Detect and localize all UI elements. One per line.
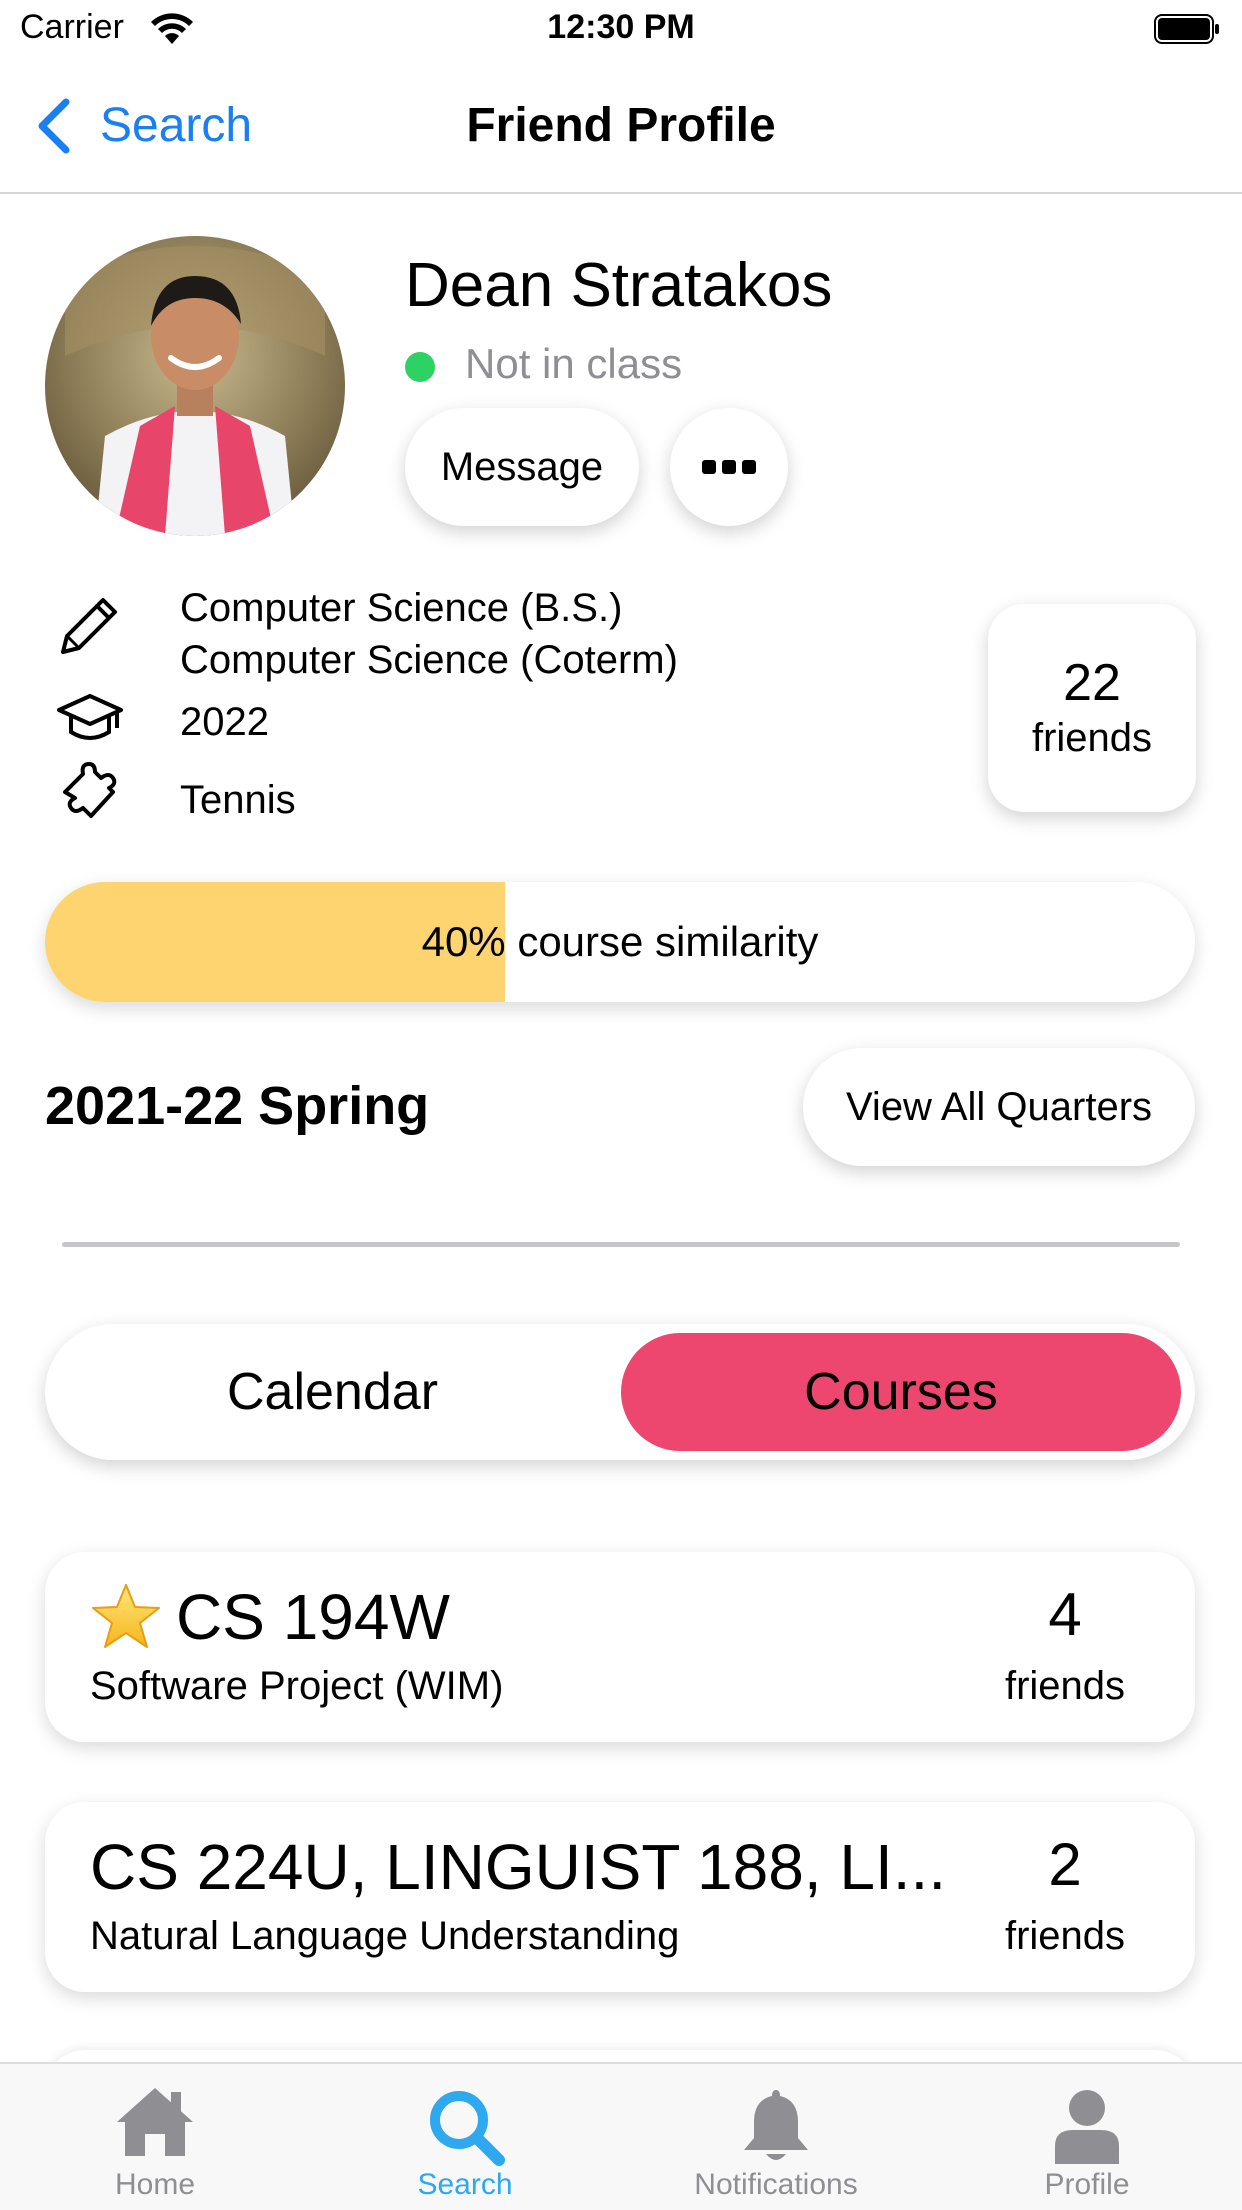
graduation-year: 2022 [180, 700, 269, 744]
activity: Tennis [180, 778, 296, 822]
puzzle-piece-icon [63, 762, 117, 818]
course-friends-count: 2 [1048, 1831, 1082, 1898]
quarter-title: 2021-22 Spring [45, 1076, 430, 1136]
graduation-cap-icon [57, 694, 123, 740]
tab-courses[interactable]: Courses [621, 1333, 1181, 1451]
course-card[interactable]: CS 194W Software Project (WIM) 4 friends [45, 1552, 1195, 1742]
course-code: CS 194W [176, 1581, 450, 1653]
more-options-button[interactable] [670, 408, 788, 526]
clock: 12:30 PM [547, 8, 695, 46]
course-friends-label: friends [1004, 1664, 1126, 1708]
major-2: Computer Science (Coterm) [180, 638, 678, 682]
course-code-row: CS 194W [90, 1580, 450, 1654]
profile-name: Dean Stratakos [405, 251, 833, 320]
status-bar: Carrier 12:30 PM [0, 0, 1242, 60]
avatar [45, 236, 345, 536]
search-icon [430, 2091, 505, 2166]
home-icon [117, 2088, 193, 2156]
person-icon [1055, 2090, 1119, 2164]
divider [62, 1242, 1180, 1247]
tab-profile[interactable]: Profile [932, 2064, 1242, 2210]
course-similarity-bar: 40% course similarity [45, 882, 1195, 1002]
view-all-quarters-button[interactable]: View All Quarters [803, 1048, 1195, 1166]
course-card[interactable]: CS 224U, LINGUIST 188, LI... Natural Lan… [45, 1802, 1195, 1992]
friends-count-card[interactable]: 22 friends [988, 604, 1196, 812]
course-name: Software Project (WIM) [90, 1664, 504, 1708]
tab-bar: Home Search Notifications Profile [0, 2062, 1242, 2210]
tab-calendar[interactable]: Calendar [45, 1324, 620, 1460]
message-button[interactable]: Message [405, 408, 639, 526]
majors: Computer Science (B.S.) Computer Science… [180, 582, 678, 686]
major-1: Computer Science (B.S.) [180, 586, 623, 630]
pencil-icon [61, 598, 117, 654]
course-name: Natural Language Understanding [90, 1914, 680, 1958]
tab-home-label: Home [114, 2168, 196, 2201]
page-title: Friend Profile [466, 99, 776, 152]
course-code: CS 224U, LINGUIST 188, LI... [90, 1831, 947, 1903]
tab-search[interactable]: Search [310, 2064, 620, 2210]
tab-home[interactable]: Home [0, 2064, 310, 2210]
navigation-bar: Search Friend Profile [0, 60, 1242, 194]
bell-icon [744, 2090, 808, 2160]
ellipsis-icon [702, 460, 756, 474]
tab-search-label: Search [417, 2168, 513, 2201]
course-friends-label: friends [1004, 1914, 1126, 1958]
friends-label: friends [1031, 716, 1153, 760]
tab-notifications[interactable]: Notifications [621, 2064, 931, 2210]
similarity-text: 40% course similarity [45, 882, 1195, 1002]
status-indicator [405, 352, 435, 382]
course-friends-count: 4 [1048, 1581, 1082, 1648]
friends-count: 22 [1063, 654, 1121, 712]
segmented-control: Calendar Courses [45, 1324, 1195, 1460]
battery-icon [1154, 14, 1219, 44]
status-text: Not in class [465, 340, 683, 387]
similarity-label: course similarity [517, 918, 819, 965]
tab-profile-label: Profile [1044, 2168, 1130, 2201]
tab-notifications-label: Notifications [694, 2168, 858, 2201]
similarity-percent: 40% [421, 918, 506, 965]
star-icon [92, 1584, 160, 1649]
